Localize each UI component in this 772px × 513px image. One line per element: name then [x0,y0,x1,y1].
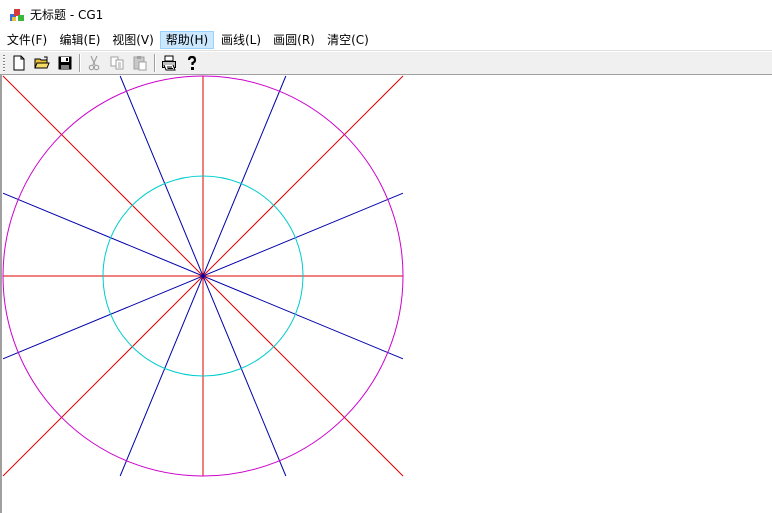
cut-button[interactable] [83,53,105,73]
menu-file[interactable]: 文件(F) [6,31,48,49]
print-icon [162,55,176,71]
copy-icon [110,56,124,70]
app-icon [10,9,24,21]
toolbar [0,51,772,75]
open-folder-icon [34,56,50,69]
open-button[interactable] [31,53,53,73]
new-button[interactable] [8,53,30,73]
menu-draw-line[interactable]: 画线(L) [220,31,262,49]
menu-help[interactable]: 帮助(H) [160,31,214,49]
copy-button[interactable] [106,53,128,73]
drawing-canvas[interactable] [0,75,772,513]
toolbar-grip[interactable] [3,55,5,72]
save-disk-icon [58,56,72,70]
help-question-icon [187,55,197,70]
toolbar-separator [154,54,156,72]
menu-clear[interactable]: 清空(C) [326,31,370,49]
title-bar[interactable]: 无标题 - CG1 [0,0,772,30]
cut-scissors-icon [88,55,100,71]
paste-clipboard-icon [133,56,147,71]
menu-draw-circle[interactable]: 画圆(R) [272,31,316,49]
app-window: 无标题 - CG1 文件(F) 编辑(E) 视图(V) 帮助(H) 画线(L) … [0,0,772,513]
menu-view[interactable]: 视图(V) [110,31,156,49]
menu-bar: 文件(F) 编辑(E) 视图(V) 帮助(H) 画线(L) 画圆(R) 清空(C… [0,30,772,51]
print-button[interactable] [158,53,180,73]
help-button[interactable] [181,53,203,73]
new-document-icon [13,55,25,71]
toolbar-separator [79,54,81,72]
menu-edit[interactable]: 编辑(E) [58,31,102,49]
window-title: 无标题 - CG1 [30,8,104,22]
save-button[interactable] [54,53,76,73]
radial-lines [2,75,404,477]
paste-button[interactable] [129,53,151,73]
